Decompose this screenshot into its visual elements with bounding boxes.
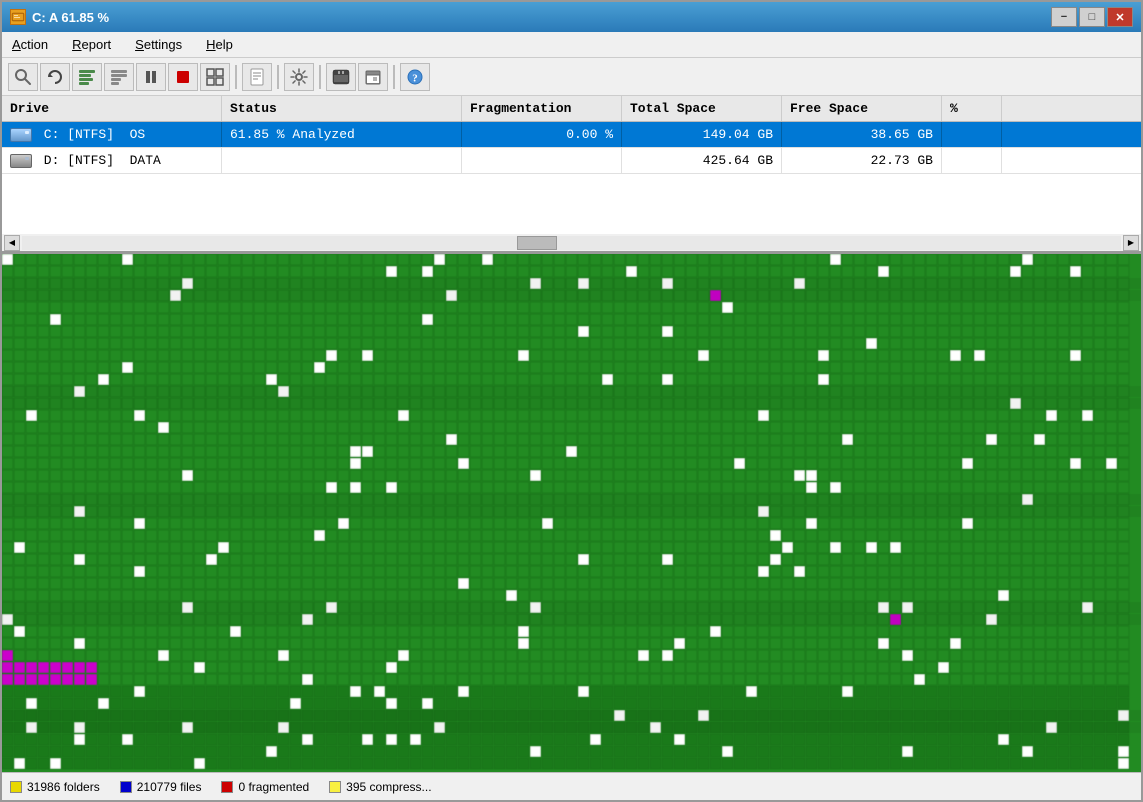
cell-total-d: 425.64 GB [622,148,782,173]
toolbar-separator-4 [393,65,395,89]
col-total-space: Total Space [622,96,782,121]
scroll-right-button[interactable]: ▶ [1123,235,1139,251]
cell-pct-c [942,122,1002,147]
status-files: 210779 files [120,780,202,794]
fragmented-label: 0 fragmented [238,780,309,794]
stop-button[interactable] [168,63,198,91]
defrag-canvas [2,254,1141,772]
menu-action[interactable]: Action [8,35,52,54]
cell-drive-d: D: [NTFS] DATA [2,148,222,173]
close-button[interactable]: ✕ [1107,7,1133,27]
window-title: C: A 61.85 % [32,10,109,25]
menu-help[interactable]: Help [202,35,237,54]
report-button[interactable] [242,63,272,91]
col-drive: Drive [2,96,222,121]
pause-button[interactable] [136,63,166,91]
fragmented-dot [221,781,233,793]
cell-pct-d [942,148,1002,173]
defrag-visualization [2,254,1141,772]
title-bar: C: A 61.85 % − □ ✕ [2,2,1141,32]
col-percent: % [942,96,1002,121]
table-row[interactable]: D: [NTFS] DATA 425.64 GB 22.73 GB [2,148,1141,174]
col-status: Status [222,96,462,121]
cell-status-c: 61.85 % Analyzed [222,122,462,147]
svg-text:?: ? [412,72,418,84]
files-label: 210779 files [137,780,202,794]
compressed-label: 395 compress... [346,780,431,794]
folders-dot [10,781,22,793]
files-dot [120,781,132,793]
drive-table: Drive Status Fragmentation Total Space F… [2,96,1141,254]
toolbar-separator-2 [277,65,279,89]
col-fragmentation: Fragmentation [462,96,622,121]
cell-drive-c: C: [NTFS] OS [2,122,222,147]
table-header: Drive Status Fragmentation Total Space F… [2,96,1141,122]
window-controls: − □ ✕ [1051,7,1133,27]
restore-button[interactable]: □ [1079,7,1105,27]
app-icon [10,9,26,25]
menu-bar: Action Report Settings Help [2,32,1141,58]
cell-frag-d [462,148,622,173]
view-button[interactable] [200,63,230,91]
status-bar: 31986 folders 210779 files 0 fragmented … [2,772,1141,800]
status-fragmented: 0 fragmented [221,780,309,794]
schedule-button[interactable] [358,63,388,91]
status-compressed: 395 compress... [329,780,431,794]
main-window: C: A 61.85 % − □ ✕ Action Report Setting… [0,0,1143,802]
toolbar-separator-1 [235,65,237,89]
menu-settings[interactable]: Settings [131,35,186,54]
menu-report[interactable]: Report [68,35,115,54]
status-folders: 31986 folders [10,780,100,794]
cell-frag-c: 0.00 % [462,122,622,147]
table-row[interactable]: C: [NTFS] OS 61.85 % Analyzed 0.00 % 149… [2,122,1141,148]
empty-table-area [2,174,1141,234]
scroll-left-button[interactable]: ◀ [4,235,20,251]
defrag-button[interactable] [104,63,134,91]
toolbar-separator-3 [319,65,321,89]
cell-status-d [222,148,462,173]
cell-free-c: 38.65 GB [782,122,942,147]
compressed-dot [329,781,341,793]
settings-button[interactable] [284,63,314,91]
cell-free-d: 22.73 GB [782,148,942,173]
scroll-thumb[interactable] [517,236,557,250]
toolbar: ? [2,58,1141,96]
analyze-button[interactable] [8,63,38,91]
minimize-button[interactable]: − [1051,7,1077,27]
col-free-space: Free Space [782,96,942,121]
run-now-button[interactable] [326,63,356,91]
folders-label: 31986 folders [27,780,100,794]
scroll-track[interactable] [22,236,1121,250]
defrag-all-button[interactable] [72,63,102,91]
help-button[interactable]: ? [400,63,430,91]
refresh-button[interactable] [40,63,70,91]
horizontal-scrollbar[interactable]: ◀ ▶ [2,234,1141,252]
cell-total-c: 149.04 GB [622,122,782,147]
